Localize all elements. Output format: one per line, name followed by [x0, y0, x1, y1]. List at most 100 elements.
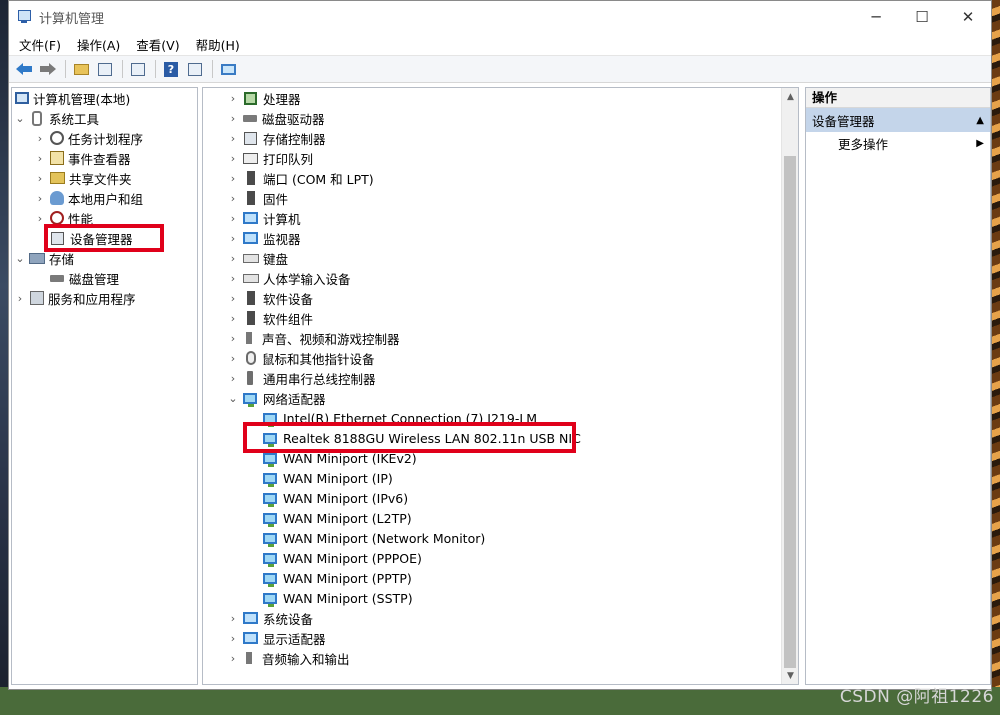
chevron-right-icon[interactable]: › [227, 248, 239, 268]
show-action-pane-button[interactable] [184, 58, 206, 80]
network-adapter-item[interactable]: WAN Miniport (L2TP) [262, 508, 412, 528]
device-category[interactable]: › 声音、视频和游戏控制器 [227, 328, 400, 348]
chevron-right-icon[interactable]: › [34, 128, 46, 148]
tree-item-task-scheduler[interactable]: › 任务计划程序 [34, 128, 143, 148]
chevron-right-icon[interactable]: › [227, 168, 239, 188]
device-category[interactable]: › 通用串行总线控制器 [227, 368, 376, 388]
display-adapter-icon [243, 632, 258, 644]
device-category[interactable]: › 固件 [227, 188, 288, 208]
storage-controller-icon [244, 131, 257, 145]
device-category[interactable]: › 软件组件 [227, 308, 313, 328]
up-level-button[interactable] [70, 58, 92, 80]
scrollbar-thumb[interactable] [784, 156, 796, 668]
maximize-button[interactable]: ☐ [899, 1, 945, 33]
chevron-right-icon[interactable]: › [227, 88, 239, 108]
device-category[interactable]: › 打印队列 [227, 148, 313, 168]
red-highlight-box [44, 224, 164, 252]
more-actions-item[interactable]: 更多操作 ▶ [806, 132, 990, 154]
properties-button[interactable] [127, 58, 149, 80]
category-label: 固件 [263, 191, 289, 207]
chevron-right-icon[interactable]: › [227, 308, 239, 328]
collapse-up-icon[interactable]: ▲ [976, 115, 984, 126]
chevron-right-icon[interactable]: › [227, 348, 239, 368]
network-adapter-item[interactable]: WAN Miniport (IP) [262, 468, 393, 488]
device-category[interactable]: › 处理器 [227, 88, 301, 108]
chevron-right-icon[interactable]: › [227, 208, 239, 228]
tree-item-event-viewer[interactable]: › 事件查看器 [34, 148, 131, 168]
device-category[interactable]: › 音频输入和输出 [227, 648, 350, 668]
chevron-right-icon[interactable]: › [34, 168, 46, 188]
chevron-right-icon[interactable]: › [227, 628, 239, 648]
tree-item-system-tools[interactable]: ⌄ 系统工具 [14, 108, 99, 128]
category-label: 端口 (COM 和 LPT) [263, 171, 374, 187]
chevron-right-icon[interactable]: › [227, 648, 239, 668]
device-category[interactable]: › 系统设备 [227, 608, 313, 628]
menu-bar: 文件(F) 操作(A) 查看(V) 帮助(H) [9, 33, 991, 55]
scroll-down-icon[interactable]: ▼ [782, 667, 799, 684]
network-adapter-item[interactable]: WAN Miniport (Network Monitor) [262, 528, 485, 548]
services-icon [30, 291, 44, 305]
device-category[interactable]: › 键盘 [227, 248, 288, 268]
device-category[interactable]: › 软件设备 [227, 288, 313, 308]
device-category[interactable]: › 监视器 [227, 228, 301, 248]
chevron-right-icon[interactable]: › [227, 148, 239, 168]
device-category[interactable]: › 存储控制器 [227, 128, 326, 148]
tree-item-shared-folders[interactable]: › 共享文件夹 [34, 168, 132, 188]
category-label: 磁盘驱动器 [262, 111, 325, 127]
disk-drive-icon [243, 114, 257, 122]
chevron-down-icon[interactable]: ⌄ [14, 248, 26, 268]
tree-item-root[interactable]: 计算机管理(本地) [14, 88, 130, 108]
chevron-right-icon[interactable]: › [227, 368, 239, 388]
chevron-right-icon[interactable]: › [227, 188, 239, 208]
network-adapter-item[interactable]: WAN Miniport (IPv6) [262, 488, 408, 508]
chevron-down-icon[interactable]: ⌄ [14, 108, 26, 128]
close-button[interactable]: ✕ [945, 1, 991, 33]
menu-action[interactable]: 操作(A) [69, 35, 128, 54]
menu-view[interactable]: 查看(V) [128, 35, 187, 54]
chevron-right-icon[interactable]: › [14, 288, 26, 308]
menu-file[interactable]: 文件(F) [11, 35, 69, 54]
device-category[interactable]: › 磁盘驱动器 [227, 108, 325, 128]
network-adapter-item[interactable]: WAN Miniport (PPPOE) [262, 548, 422, 568]
tree-item-local-users[interactable]: › 本地用户和组 [34, 188, 143, 208]
device-category[interactable]: › 计算机 [227, 208, 301, 228]
network-adapter-item[interactable]: WAN Miniport (SSTP) [262, 588, 413, 608]
chevron-right-icon[interactable]: › [227, 108, 239, 128]
tree-item-disk-management[interactable]: 磁盘管理 [49, 268, 119, 288]
chevron-right-icon[interactable]: › [34, 148, 46, 168]
chevron-right-icon[interactable]: › [227, 608, 239, 628]
network-adapter-item[interactable]: WAN Miniport (PPTP) [262, 568, 412, 588]
help-button[interactable]: ? [160, 58, 182, 80]
device-tree-scrollbar[interactable]: ▲ ▼ [781, 88, 798, 684]
chevron-down-icon[interactable]: ⌄ [227, 388, 239, 408]
scroll-up-icon[interactable]: ▲ [782, 88, 799, 105]
network-adapter-icon [263, 532, 277, 547]
chevron-right-icon[interactable]: › [227, 228, 239, 248]
minimize-button[interactable]: ─ [853, 1, 899, 33]
chevron-right-icon[interactable]: › [227, 328, 239, 348]
action-pane: 操作 设备管理器 ▲ 更多操作 ▶ [805, 87, 991, 685]
menu-help[interactable]: 帮助(H) [188, 35, 248, 54]
back-button[interactable] [13, 58, 35, 80]
chevron-right-icon[interactable]: › [227, 128, 239, 148]
device-category[interactable]: › 鼠标和其他指针设备 [227, 348, 375, 368]
device-category-network[interactable]: ⌄ 网络适配器 [227, 388, 326, 408]
device-category[interactable]: › 显示适配器 [227, 628, 326, 648]
tree-item-services[interactable]: › 服务和应用程序 [14, 288, 136, 308]
device-category[interactable]: › 端口 (COM 和 LPT) [227, 168, 374, 188]
chevron-right-icon[interactable]: › [227, 288, 239, 308]
adapter-label: WAN Miniport (SSTP) [283, 590, 413, 606]
title-bar: 计算机管理 ─ ☐ ✕ [9, 1, 991, 33]
chevron-right-icon[interactable]: › [227, 268, 239, 288]
forward-button[interactable] [37, 58, 59, 80]
category-label: 打印队列 [263, 151, 314, 167]
computer-management-icon [15, 92, 29, 104]
scan-hardware-button[interactable] [217, 58, 239, 80]
toolbar-separator [122, 60, 123, 78]
category-label: 计算机 [263, 211, 301, 227]
action-section-device-manager[interactable]: 设备管理器 ▲ [806, 108, 990, 132]
back-arrow-icon [16, 63, 32, 75]
device-category[interactable]: › 人体学输入设备 [227, 268, 351, 288]
show-hide-tree-button[interactable] [94, 58, 116, 80]
chevron-right-icon[interactable]: › [34, 188, 46, 208]
